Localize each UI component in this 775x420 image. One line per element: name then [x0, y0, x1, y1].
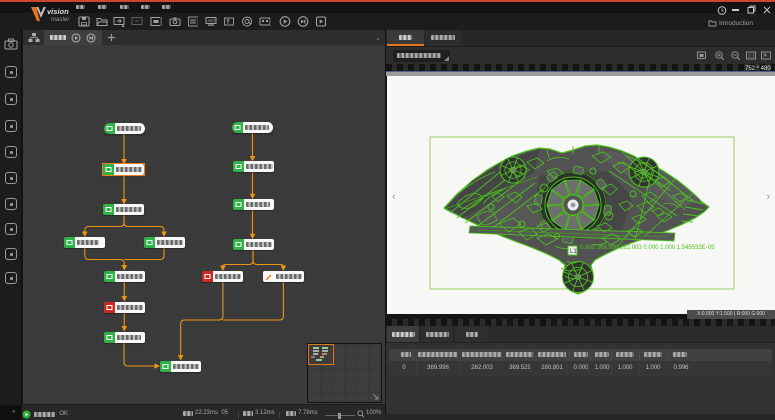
svg-text:L1: L1	[570, 249, 577, 255]
svg-text:0.000 369.998 282.003 0.000 1.: 0.000 369.998 282.003 0.000 1.000 1.5455…	[580, 245, 715, 251]
svg-text:master: master	[51, 17, 70, 23]
svg-text:1:1: 1:1	[748, 54, 755, 60]
svg-text:vision: vision	[47, 7, 69, 16]
svg-text:420: 420	[208, 18, 216, 23]
